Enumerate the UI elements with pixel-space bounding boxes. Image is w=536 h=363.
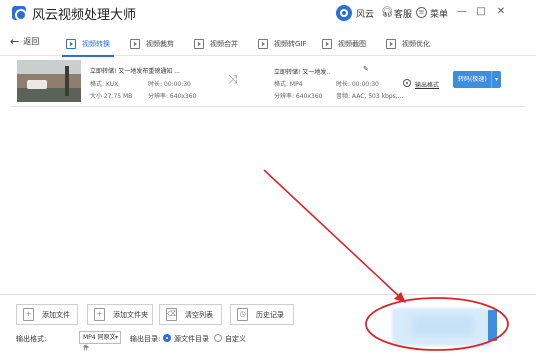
bottom-divider: [0, 294, 536, 295]
menu-icon[interactable]: ≡: [416, 7, 427, 18]
back-button[interactable]: ← 返回: [10, 36, 39, 47]
tab-label: 视频转GIF: [274, 40, 307, 48]
toolbar: ← 返回 视频转换 视频裁剪 视频合并 视频转GIF 视频截图 视频优化: [0, 28, 536, 57]
target-duration: 时长: 00:00:30: [336, 81, 379, 88]
history-label: 历史记录: [256, 310, 284, 319]
add-file-icon: +: [23, 308, 34, 321]
tab-label: 视频优化: [402, 40, 430, 48]
tab-video-optimize[interactable]: 视频优化: [386, 34, 430, 54]
output-format-label: 输出格式:: [16, 335, 47, 343]
user-name[interactable]: 风云: [356, 7, 374, 20]
clock-icon: ◷: [237, 308, 248, 321]
service-link[interactable]: 客服: [394, 7, 412, 20]
maximize-button[interactable]: □: [474, 5, 488, 19]
source-duration: 时长: 00:00:30: [148, 81, 191, 88]
back-arrow-icon: ←: [10, 34, 20, 48]
file-row[interactable]: 立即转储! 又一地发布重磅通知 ... 格式: KUX 时长: 00:00:30…: [10, 57, 526, 109]
source-format: 格式: KUX: [90, 81, 119, 88]
output-format-select[interactable]: MP4 同原文件 ▾: [79, 331, 121, 352]
radio-custom-dir[interactable]: [214, 334, 222, 342]
clear-list-button[interactable]: ⌫ 清空列表: [159, 304, 222, 325]
output-format-link[interactable]: 输出格式: [415, 80, 439, 89]
output-dir-label: 输出目录:: [130, 335, 161, 343]
trash-icon: ⌫: [166, 308, 177, 321]
title-bar: 风云视频处理大师 风云 🎧︎ 客服 ≡ 菜单 — □ ✕: [0, 0, 536, 28]
convert-label: 转码(极速): [458, 76, 487, 83]
add-file-label: 添加文件: [42, 310, 70, 319]
video-optimize-icon: [386, 39, 396, 49]
video-convert-icon: [66, 39, 76, 49]
minimize-button[interactable]: —: [455, 5, 469, 19]
start-convert-button[interactable]: [488, 310, 497, 341]
target-resolution: 分辨率: 640x360: [274, 93, 323, 100]
tab-video-convert[interactable]: 视频转换: [62, 34, 114, 57]
shuffle-icon: ⤨: [228, 72, 238, 86]
video-merge-icon: [194, 39, 204, 49]
chevron-down-icon[interactable]: ▾: [491, 71, 501, 88]
source-file-name: 立即转储! 又一地发布重磅通知 ...: [90, 68, 180, 75]
video-thumbnail[interactable]: [17, 60, 81, 102]
app-title: 风云视频处理大师: [32, 8, 137, 23]
app-logo-icon: [12, 6, 27, 21]
tab-video-crop[interactable]: 视频裁剪: [130, 34, 174, 54]
tab-video-screenshot[interactable]: 视频截图: [322, 34, 366, 54]
source-size: 大小 27.75 MB: [90, 93, 133, 100]
source-resolution: 分辨率: 640x360: [148, 93, 197, 100]
tab-label: 视频转换: [82, 40, 110, 48]
back-label: 返回: [23, 37, 40, 46]
history-button[interactable]: ◷ 历史记录: [230, 304, 294, 325]
row-divider: [10, 106, 526, 107]
annotation-arrow: [263, 169, 403, 300]
output-format-value: MP4 同原文件: [83, 334, 116, 352]
add-file-button[interactable]: + 添加文件: [16, 304, 78, 325]
blurred-action-highlight: [412, 316, 474, 336]
convert-button[interactable]: 转码(极速) ▾: [453, 71, 501, 88]
video-gif-icon: [258, 39, 268, 49]
video-crop-icon: [130, 39, 140, 49]
video-screenshot-icon: [322, 39, 332, 49]
add-folder-label: 添加文件夹: [113, 310, 148, 319]
target-file-name: 立即转储! 又一地发..: [274, 69, 331, 76]
add-folder-icon: +: [94, 308, 105, 321]
user-avatar-icon[interactable]: [336, 5, 352, 21]
settings-circle-icon[interactable]: [403, 79, 411, 87]
menu-link[interactable]: 菜单: [430, 7, 448, 20]
pencil-icon[interactable]: ✎: [363, 65, 369, 73]
target-format: 格式: MP4: [274, 81, 303, 88]
tab-label: 视频截图: [338, 40, 366, 48]
headset-icon[interactable]: 🎧︎: [381, 7, 394, 18]
add-folder-button[interactable]: + 添加文件夹: [87, 304, 153, 325]
radio-source-dir-label[interactable]: 源文件目录: [174, 334, 209, 344]
radio-source-dir[interactable]: [163, 334, 171, 342]
tab-video-to-gif[interactable]: 视频转GIF: [258, 34, 307, 54]
tab-label: 视频合并: [210, 40, 238, 48]
radio-custom-dir-label[interactable]: 自定义: [225, 334, 246, 344]
clear-list-label: 清空列表: [185, 310, 213, 319]
tab-label: 视频裁剪: [146, 40, 174, 48]
chevron-down-icon: ▾: [114, 334, 118, 341]
close-button[interactable]: ✕: [494, 5, 508, 19]
tab-video-merge[interactable]: 视频合并: [194, 34, 238, 54]
target-audio: 音频: AAC, 503 kbps,...: [336, 93, 404, 100]
